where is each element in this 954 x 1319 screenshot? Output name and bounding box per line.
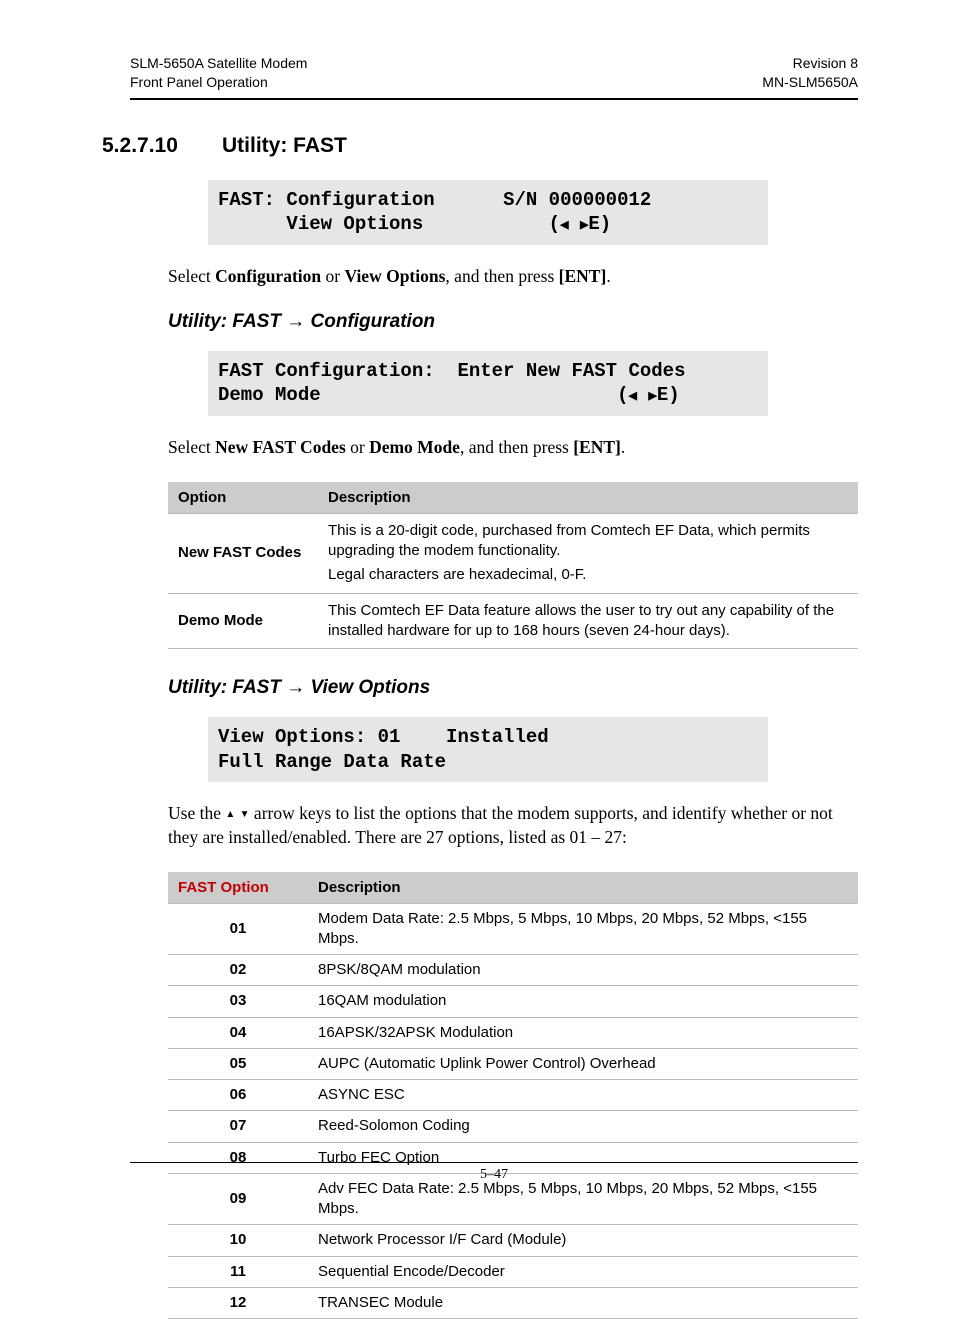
option-description: 16APSK/32APSK Modulation [308, 1017, 858, 1048]
up-arrow-icon: ▲ [225, 809, 235, 820]
table-row: 07Reed-Solomon Coding [168, 1111, 858, 1142]
table-row: 11Sequential Encode/Decoder [168, 1256, 858, 1287]
lcd-screen-view-options: View Options: 01 Installed Full Range Da… [208, 717, 768, 782]
table-row: 01Modem Data Rate: 2.5 Mbps, 5 Mbps, 10 … [168, 903, 858, 955]
table-header-row: Option Description [168, 482, 858, 514]
col-description: Description [308, 872, 858, 904]
left-arrow-icon: ◀ [628, 391, 636, 403]
option-description: Sequential Encode/Decoder [308, 1256, 858, 1287]
option-code: 03 [168, 986, 308, 1017]
table-header-row: FAST Option Description [168, 872, 858, 904]
table-row: 0316QAM modulation [168, 986, 858, 1017]
option-description: ASYNC ESC [308, 1080, 858, 1111]
paragraph: Select Configuration or View Options, an… [168, 265, 858, 289]
sub-heading-configuration: Utility: FAST → Configuration [168, 311, 858, 333]
option-name: New FAST Codes [168, 513, 318, 593]
option-code: 04 [168, 1017, 308, 1048]
section-heading: 5.2.7.10Utility: FAST [130, 134, 858, 158]
config-options-table: Option Description New FAST CodesThis is… [168, 482, 858, 649]
fast-options-table: FAST Option Description 01Modem Data Rat… [168, 872, 858, 1319]
option-code: 11 [168, 1256, 308, 1287]
option-code: 02 [168, 955, 308, 986]
option-description: Reed-Solomon Coding [308, 1111, 858, 1142]
option-name: Demo Mode [168, 593, 318, 649]
page-number: 5–47 [130, 1167, 858, 1183]
option-code: 12 [168, 1287, 308, 1318]
table-row: 12TRANSEC Module [168, 1287, 858, 1318]
section-title: Utility: FAST [222, 134, 347, 157]
header-product: SLM-5650A Satellite Modem [130, 54, 307, 73]
header-chapter: Front Panel Operation [130, 73, 307, 92]
option-description: TRANSEC Module [308, 1287, 858, 1318]
table-row: 06ASYNC ESC [168, 1080, 858, 1111]
table-row: 0416APSK/32APSK Modulation [168, 1017, 858, 1048]
option-code: 07 [168, 1111, 308, 1142]
option-description: This Comtech EF Data feature allows the … [318, 593, 858, 649]
paragraph: Select New FAST Codes or Demo Mode, and … [168, 436, 858, 460]
header-docnum: MN-SLM5650A [762, 73, 858, 92]
table-row: New FAST CodesThis is a 20-digit code, p… [168, 513, 858, 593]
option-description: This is a 20-digit code, purchased from … [318, 513, 858, 593]
col-description: Description [318, 482, 858, 514]
left-arrow-icon: ◀ [560, 220, 568, 232]
header-rule [130, 98, 858, 100]
footer-rule [130, 1162, 858, 1163]
right-arrow-icon: → [286, 311, 305, 332]
table-row: 05AUPC (Automatic Uplink Power Control) … [168, 1048, 858, 1079]
option-description: Modem Data Rate: 2.5 Mbps, 5 Mbps, 10 Mb… [308, 903, 858, 955]
option-description: Network Processor I/F Card (Module) [308, 1225, 858, 1256]
option-code: 10 [168, 1225, 308, 1256]
col-fast-option: FAST Option [168, 872, 308, 904]
option-code: 06 [168, 1080, 308, 1111]
page-header: SLM-5650A Satellite Modem Front Panel Op… [130, 54, 858, 92]
header-revision: Revision 8 [762, 54, 858, 73]
paragraph: Use the ▲ ▼ arrow keys to list the optio… [168, 802, 858, 849]
option-code: 01 [168, 903, 308, 955]
table-row: Demo ModeThis Comtech EF Data feature al… [168, 593, 858, 649]
sub-heading-view-options: Utility: FAST → View Options [168, 677, 858, 699]
table-row: 028PSK/8QAM modulation [168, 955, 858, 986]
option-description: AUPC (Automatic Uplink Power Control) Ov… [308, 1048, 858, 1079]
option-description: 8PSK/8QAM modulation [308, 955, 858, 986]
down-arrow-icon: ▼ [240, 809, 250, 820]
table-row: 10Network Processor I/F Card (Module) [168, 1225, 858, 1256]
option-code: 05 [168, 1048, 308, 1079]
col-option: Option [168, 482, 318, 514]
right-arrow-icon: → [286, 677, 305, 698]
page-footer: 5–47 [130, 1162, 858, 1183]
section-number: 5.2.7.10 [102, 134, 222, 158]
lcd-screen-config: FAST Configuration: Enter New FAST Codes… [208, 351, 768, 416]
option-description: 16QAM modulation [308, 986, 858, 1017]
lcd-screen-fast: FAST: Configuration S/N 000000012 View O… [208, 180, 768, 245]
right-arrow-icon: ▶ [648, 391, 656, 403]
